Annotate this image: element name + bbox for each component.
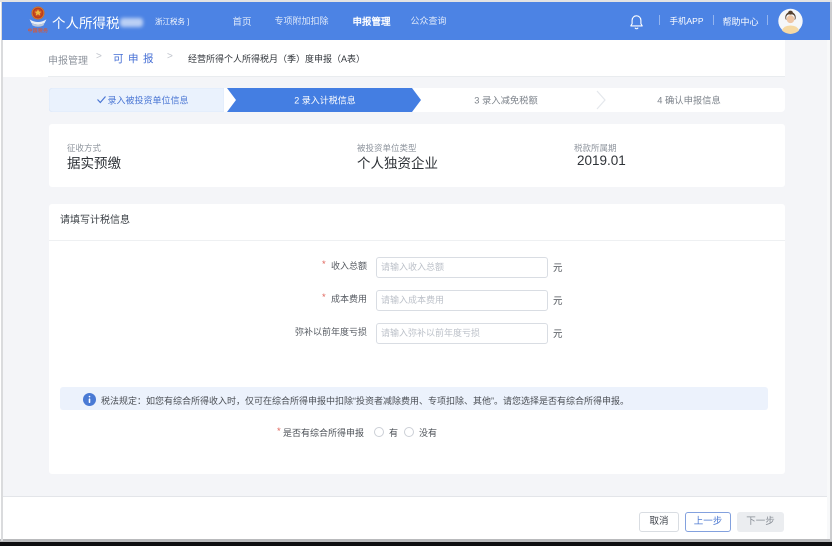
- svg-text:3 录入减免税额: 3 录入减免税额: [474, 95, 538, 106]
- svg-text:4 确认申报信息: 4 确认申报信息: [657, 95, 721, 106]
- svg-text:录入被投资单位信息: 录入被投资单位信息: [107, 95, 188, 106]
- svg-text:中国税务: 中国税务: [28, 27, 49, 33]
- svg-text:2 录入计税信息: 2 录入计税信息: [294, 95, 356, 106]
